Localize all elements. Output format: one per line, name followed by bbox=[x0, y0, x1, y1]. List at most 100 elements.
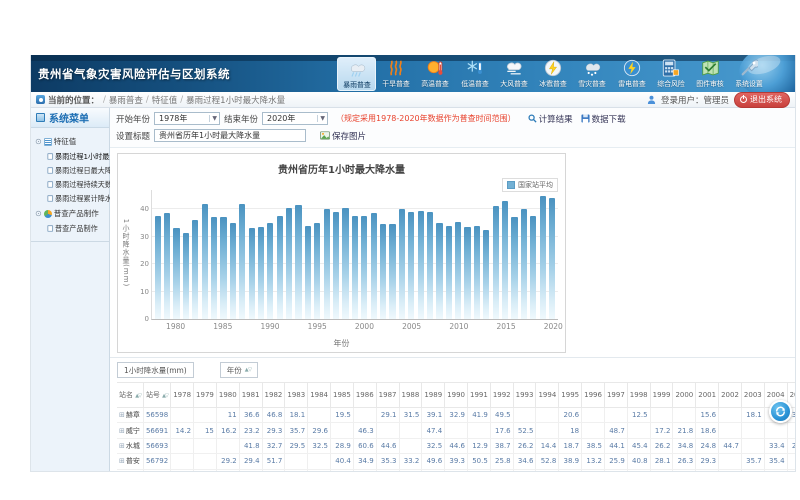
col-header-year[interactable]: 1996 bbox=[582, 383, 605, 408]
col-header-year[interactable]: 1985 bbox=[331, 383, 354, 408]
col-header-year[interactable]: 1993 bbox=[513, 383, 536, 408]
col-header-year[interactable]: 1991 bbox=[467, 383, 490, 408]
col-header-year[interactable]: 2001 bbox=[696, 383, 719, 408]
bar-1995[interactable] bbox=[314, 223, 320, 319]
bar-1985[interactable] bbox=[220, 217, 226, 319]
bar-1979[interactable] bbox=[164, 213, 170, 319]
bar-2009[interactable] bbox=[446, 226, 452, 319]
bar-1996[interactable] bbox=[324, 209, 330, 319]
bar-2010[interactable] bbox=[455, 222, 461, 319]
bar-2007[interactable] bbox=[427, 212, 433, 319]
bar-2000[interactable] bbox=[361, 216, 367, 319]
bar-2006[interactable] bbox=[418, 211, 424, 319]
table-row-水城[interactable]: ⊞水城5669341.832.729.532.528.960.644.632.5… bbox=[117, 438, 795, 453]
col-header-year[interactable]: 2002 bbox=[719, 383, 742, 408]
bar-2012[interactable] bbox=[474, 226, 480, 319]
col-header-year[interactable]: 1987 bbox=[376, 383, 399, 408]
sidebar-section-普查产品制作[interactable]: ⊙普查产品制作 bbox=[35, 208, 107, 219]
col-header-year[interactable]: 1988 bbox=[399, 383, 422, 408]
bar-2017[interactable] bbox=[521, 209, 527, 319]
sidebar-section-特征值[interactable]: ⊙特征值 bbox=[35, 136, 107, 147]
col-header-station-id[interactable]: 站号 ▲▽ bbox=[143, 383, 170, 408]
nav-item-干旱普查[interactable]: 干旱普查 bbox=[376, 57, 415, 89]
bar-1983[interactable] bbox=[202, 204, 208, 319]
sidebar-item-普查产品制作[interactable]: 普查产品制作 bbox=[35, 221, 103, 234]
col-header-year[interactable]: 1992 bbox=[490, 383, 513, 408]
bar-2008[interactable] bbox=[436, 223, 442, 319]
bar-2016[interactable] bbox=[511, 217, 517, 319]
col-header-year[interactable]: 1978 bbox=[171, 383, 194, 408]
bar-2020[interactable] bbox=[549, 198, 555, 319]
bar-1998[interactable] bbox=[342, 208, 348, 319]
bar-2002[interactable] bbox=[380, 224, 386, 319]
col-header-year[interactable]: 2000 bbox=[673, 383, 696, 408]
bar-2015[interactable] bbox=[502, 201, 508, 319]
bar-1986[interactable] bbox=[230, 223, 236, 319]
bar-1991[interactable] bbox=[277, 216, 283, 319]
calculate-button[interactable]: 计算结果 bbox=[528, 113, 573, 125]
nav-item-暴雨普查[interactable]: 暴雨普查 bbox=[337, 57, 376, 91]
nav-item-大风普查[interactable]: 大风普查 bbox=[494, 57, 533, 89]
bar-1989[interactable] bbox=[258, 227, 264, 319]
logout-button[interactable]: 退出系统 bbox=[734, 92, 790, 108]
nav-item-系统设置[interactable]: 系统设置 bbox=[730, 57, 769, 89]
col-header-year[interactable]: 1995 bbox=[559, 383, 582, 408]
col-header-year[interactable]: 1998 bbox=[627, 383, 650, 408]
bar-1980[interactable] bbox=[173, 228, 179, 319]
bar-1993[interactable] bbox=[295, 205, 301, 319]
bar-2003[interactable] bbox=[389, 224, 395, 319]
end-year-select[interactable]: 2020年▼ bbox=[262, 112, 328, 125]
col-header-year[interactable]: 1983 bbox=[285, 383, 308, 408]
chart-title-input[interactable]: 贵州省历年1小时最大降水量 bbox=[154, 129, 306, 142]
col-header-year[interactable]: 1986 bbox=[353, 383, 376, 408]
tree-toggle-icon[interactable]: ⊙ bbox=[35, 138, 42, 146]
col-header-year[interactable]: 2003 bbox=[741, 383, 764, 408]
nav-item-雪灾普查[interactable]: 雪灾普查 bbox=[573, 57, 612, 89]
bar-2011[interactable] bbox=[464, 227, 470, 319]
bar-1984[interactable] bbox=[211, 217, 217, 319]
breadcrumb-item[interactable]: 暴雨过程1小时最大降水量 bbox=[186, 94, 285, 106]
sidebar-item-暴雨过程持续天数[interactable]: 暴雨过程持续天数 bbox=[35, 177, 103, 190]
bar-2013[interactable] bbox=[483, 230, 489, 319]
bar-1988[interactable] bbox=[249, 228, 255, 319]
col-header-year[interactable]: 1997 bbox=[604, 383, 627, 408]
download-button[interactable]: 数据下载 bbox=[581, 113, 626, 125]
year-sort-filter[interactable]: 年份▲ ▽ bbox=[220, 362, 258, 378]
breadcrumb-item[interactable]: 暴雨普查 bbox=[109, 94, 143, 106]
col-header-year[interactable]: 1980 bbox=[216, 383, 239, 408]
expand-row-icon[interactable]: ⊞ bbox=[119, 442, 125, 450]
refresh-floating-button[interactable] bbox=[769, 400, 792, 423]
col-header-year[interactable]: 1982 bbox=[262, 383, 285, 408]
bar-1981[interactable] bbox=[183, 233, 189, 319]
table-row-威宁[interactable]: ⊞威宁5669114.21516.223.229.335.729.646.347… bbox=[117, 423, 795, 438]
bar-2005[interactable] bbox=[408, 212, 414, 319]
expand-row-icon[interactable]: ⊞ bbox=[119, 427, 125, 435]
col-header-year[interactable]: 1990 bbox=[445, 383, 468, 408]
col-header-year[interactable]: 1989 bbox=[422, 383, 445, 408]
expand-row-icon[interactable]: ⊞ bbox=[119, 457, 125, 465]
nav-item-图件审核[interactable]: 图件审核 bbox=[690, 57, 729, 89]
col-header-station-name[interactable]: 站名 ▲▽ bbox=[117, 383, 143, 408]
bar-1994[interactable] bbox=[305, 226, 311, 319]
start-year-select[interactable]: 1978年▼ bbox=[154, 112, 220, 125]
breadcrumb-item[interactable]: 特征值 bbox=[152, 94, 178, 106]
measure-filter[interactable]: 1小时降水量(mm) bbox=[117, 362, 194, 378]
col-header-year[interactable]: 1999 bbox=[650, 383, 673, 408]
sidebar-item-暴雨过程日最大降水量[interactable]: 暴雨过程日最大降水量 bbox=[35, 163, 103, 176]
save-image-button[interactable]: 保存图片 bbox=[320, 130, 366, 142]
sidebar-item-暴雨过程累计降水量[interactable]: 暴雨过程累计降水量 bbox=[35, 191, 103, 204]
table-row-普安[interactable]: ⊞普安5679229.229.451.740.434.935.333.249.6… bbox=[117, 454, 795, 469]
bar-1978[interactable] bbox=[155, 216, 161, 319]
nav-item-高温普查[interactable]: 高温普查 bbox=[416, 57, 455, 89]
nav-item-综合风险[interactable]: 综合风险 bbox=[651, 57, 690, 89]
bar-2001[interactable] bbox=[371, 213, 377, 319]
bar-2018[interactable] bbox=[530, 216, 536, 319]
table-row-盘州[interactable]: ⊞盘州5679340.755.542.72643.737.540.540.749… bbox=[117, 469, 795, 471]
bar-1997[interactable] bbox=[333, 212, 339, 319]
tree-toggle-icon[interactable]: ⊙ bbox=[35, 210, 42, 218]
col-header-year[interactable]: 1981 bbox=[239, 383, 262, 408]
bar-2019[interactable] bbox=[540, 196, 546, 320]
col-header-year[interactable]: 1979 bbox=[194, 383, 217, 408]
bar-1999[interactable] bbox=[352, 216, 358, 319]
bar-1992[interactable] bbox=[286, 208, 292, 319]
